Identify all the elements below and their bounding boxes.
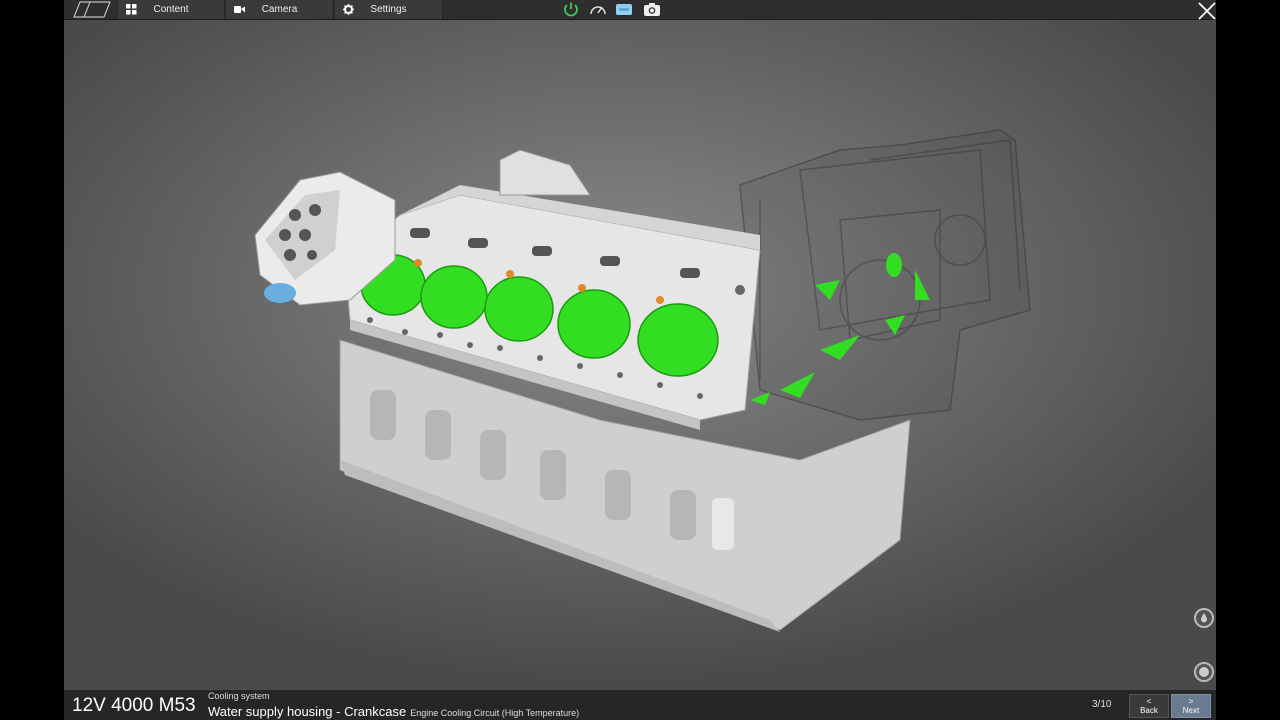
back-arrow-icon: <: [1146, 697, 1152, 706]
content-menu-label: Content: [153, 4, 189, 15]
next-button[interactable]: > Next: [1171, 694, 1211, 718]
next-label: Next: [1182, 706, 1200, 715]
3d-viewport[interactable]: [64, 0, 1216, 720]
camera-menu-button[interactable]: Camera: [226, 0, 334, 19]
back-button[interactable]: < Back: [1129, 694, 1169, 718]
settings-menu-label: Settings: [370, 4, 407, 15]
engine-model-name: 12V 4000 M53: [72, 695, 196, 716]
eraser-icon[interactable]: [615, 1, 633, 18]
circle-view-button[interactable]: [1194, 662, 1214, 682]
screenshot-camera-icon[interactable]: [643, 1, 661, 18]
system-category: Cooling system: [208, 691, 270, 701]
app-logo: [73, 1, 111, 18]
water-drop-view-button[interactable]: [1194, 608, 1214, 628]
circle-icon: [1199, 667, 1209, 677]
close-icon[interactable]: [1196, 0, 1218, 22]
power-icon[interactable]: [562, 1, 580, 18]
transparent-housing: [739, 129, 1031, 421]
settings-menu-button[interactable]: Settings: [335, 0, 443, 19]
page-counter: 3/10: [1092, 699, 1112, 710]
speedometer-icon[interactable]: [589, 1, 607, 18]
water-drop-icon: [1201, 613, 1207, 623]
content-menu-button[interactable]: Content: [118, 0, 225, 19]
engine-3d-model: [254, 129, 1031, 632]
next-arrow-icon: >: [1188, 697, 1194, 706]
step-subtitle: Engine Cooling Circuit (High Temperature…: [410, 708, 580, 718]
camera-menu-label: Camera: [261, 4, 298, 15]
step-title: Water supply housing - Crankcase Engine C…: [208, 704, 579, 719]
back-label: Back: [1140, 706, 1158, 715]
step-title-text: Water supply housing - Crankcase: [208, 704, 407, 719]
